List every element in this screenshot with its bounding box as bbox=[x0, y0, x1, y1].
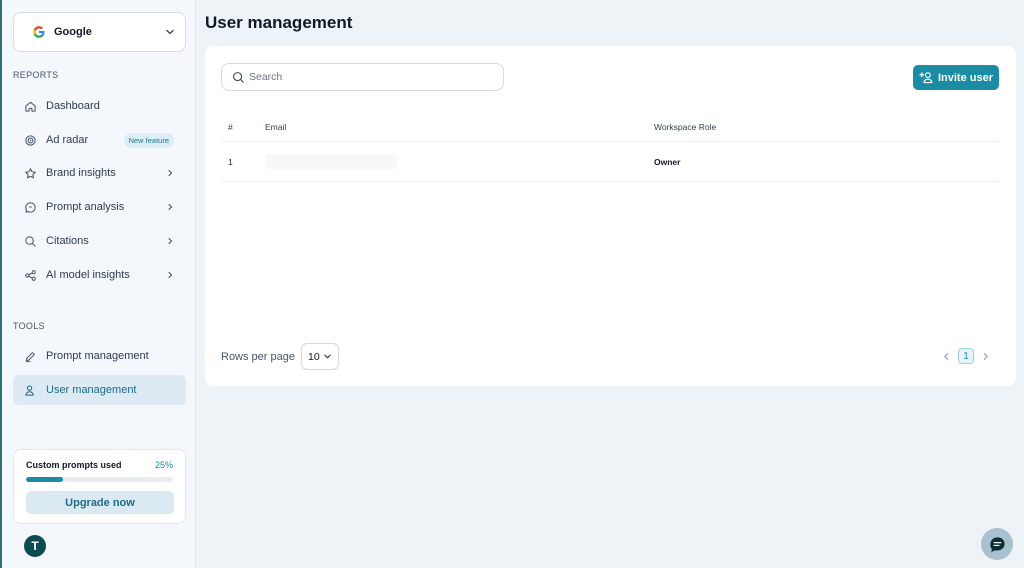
invite-user-label: Invite user bbox=[937, 71, 994, 84]
chat-bubble-icon bbox=[25, 201, 36, 213]
usage-percent: 25% bbox=[154, 460, 173, 470]
chevron-right-icon bbox=[168, 169, 173, 177]
chat-icon bbox=[989, 536, 1005, 552]
radar-icon bbox=[25, 134, 36, 146]
sidebar-item-user-management[interactable]: User management bbox=[13, 375, 186, 405]
usage-card: Custom prompts used 25% Upgrade now bbox=[13, 449, 186, 524]
page-title: User management bbox=[205, 13, 353, 32]
rows-per-page-label: Rows per page bbox=[221, 350, 295, 363]
column-header-role: Workspace Role bbox=[654, 121, 717, 132]
chevron-down-icon bbox=[166, 29, 174, 35]
users-table: # Email Workspace Role 1 Owner bbox=[221, 112, 999, 182]
chat-support-button[interactable] bbox=[981, 528, 1013, 560]
usage-title: Custom prompts used bbox=[26, 460, 122, 470]
chevron-right-icon bbox=[168, 271, 173, 279]
tools-section-label: TOOLS bbox=[13, 321, 45, 331]
google-logo-icon bbox=[32, 25, 46, 39]
sidebar-item-citations[interactable]: Citations bbox=[13, 226, 186, 256]
search-icon bbox=[25, 235, 36, 247]
sidebar-item-label: Dashboard bbox=[46, 100, 100, 112]
email-redacted bbox=[265, 154, 397, 169]
sidebar-item-label: Prompt management bbox=[46, 350, 149, 362]
home-icon bbox=[25, 101, 36, 112]
sidebar-item-label: AI model insights bbox=[46, 269, 130, 281]
chevron-right-icon bbox=[168, 203, 173, 211]
new-feature-badge: New feature bbox=[123, 132, 174, 148]
sidebar-item-brand-insights[interactable]: Brand insights bbox=[13, 158, 186, 188]
chevron-right-icon bbox=[168, 237, 173, 245]
search-field[interactable] bbox=[221, 63, 504, 91]
column-header-number: # bbox=[228, 121, 233, 132]
sidebar-item-label: Citations bbox=[46, 235, 89, 247]
workspace-selector[interactable]: Google bbox=[13, 12, 186, 52]
row-role: Owner bbox=[654, 156, 681, 167]
sidebar: Google REPORTS Dashboard Ad radar New fe… bbox=[2, 0, 196, 568]
column-header-email: Email bbox=[265, 121, 287, 132]
sidebar-item-label: User management bbox=[46, 384, 137, 396]
rows-per-page: Rows per page 10 bbox=[221, 343, 339, 370]
sidebar-item-prompt-management[interactable]: Prompt management bbox=[13, 341, 186, 371]
user-management-card: Invite user # Email Workspace Role 1 Own… bbox=[205, 46, 1016, 386]
avatar[interactable]: T bbox=[24, 535, 46, 557]
sidebar-item-label: Prompt analysis bbox=[46, 201, 125, 213]
add-user-icon bbox=[919, 72, 933, 84]
user-icon bbox=[25, 385, 34, 396]
table-header: # Email Workspace Role bbox=[221, 112, 999, 142]
chevron-down-icon bbox=[324, 354, 331, 359]
usage-progress-bar bbox=[26, 477, 173, 482]
sidebar-item-dashboard[interactable]: Dashboard bbox=[13, 91, 186, 121]
upgrade-button[interactable]: Upgrade now bbox=[26, 491, 174, 514]
search-input[interactable] bbox=[249, 71, 489, 83]
prev-page-icon[interactable] bbox=[942, 352, 951, 361]
share-nodes-icon bbox=[25, 269, 36, 281]
reports-section-label: REPORTS bbox=[13, 70, 59, 80]
sidebar-item-label: Ad radar bbox=[46, 134, 89, 146]
invite-user-button[interactable]: Invite user bbox=[913, 65, 999, 90]
sidebar-item-ad-radar[interactable]: Ad radar New feature bbox=[13, 125, 186, 155]
rows-per-page-value: 10 bbox=[308, 350, 320, 363]
star-icon bbox=[25, 167, 36, 178]
usage-progress-fill bbox=[26, 477, 63, 482]
pagination: 1 bbox=[942, 348, 990, 364]
table-row[interactable]: 1 Owner bbox=[221, 142, 999, 182]
sidebar-item-prompt-analysis[interactable]: Prompt analysis bbox=[13, 192, 186, 222]
rows-per-page-select[interactable]: 10 bbox=[301, 343, 339, 370]
row-number: 1 bbox=[228, 156, 233, 167]
row-email bbox=[265, 154, 654, 169]
workspace-name: Google bbox=[54, 26, 92, 38]
next-page-icon[interactable] bbox=[981, 352, 990, 361]
pencil-icon bbox=[25, 351, 35, 362]
sidebar-item-ai-model-insights[interactable]: AI model insights bbox=[13, 260, 186, 290]
search-icon bbox=[233, 71, 244, 83]
page-number-current[interactable]: 1 bbox=[958, 348, 974, 364]
sidebar-item-label: Brand insights bbox=[46, 167, 116, 179]
